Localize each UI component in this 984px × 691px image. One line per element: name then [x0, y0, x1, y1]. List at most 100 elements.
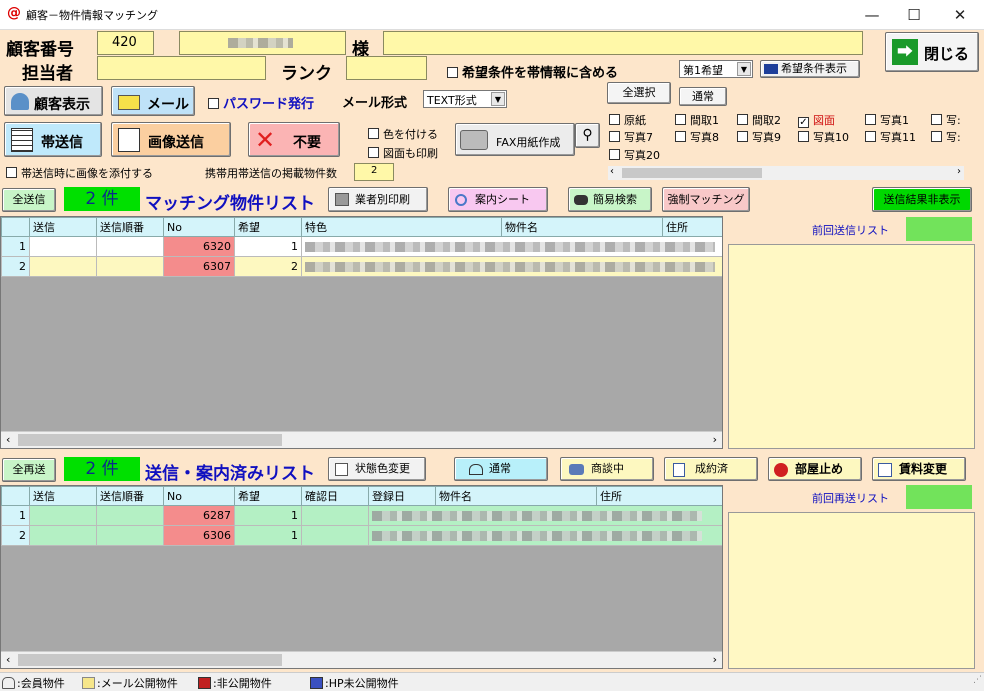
obi-send-button[interactable]: 帯送信 — [4, 122, 102, 157]
option-photo-more-2[interactable]: 写: — [931, 129, 961, 145]
send-order-cell[interactable] — [96, 236, 164, 257]
option-photo10[interactable]: 写真10 — [798, 129, 849, 145]
option-photo8[interactable]: 写真8 — [675, 129, 719, 145]
select-all-button[interactable]: 全選択 — [607, 82, 671, 104]
scroll-right-icon[interactable]: › — [713, 653, 717, 666]
close-button[interactable]: ⮕ 閉じる — [885, 32, 979, 72]
option-photo7[interactable]: 写真7 — [609, 129, 653, 145]
attach-image-checkbox[interactable]: 帯送信時に画像を添付する — [6, 165, 153, 181]
col-wish[interactable]: 希望 — [234, 486, 302, 506]
status-color-change-button[interactable]: 状態色変更 — [328, 457, 426, 481]
col-send[interactable]: 送信 — [29, 217, 97, 237]
mail-format-label: メール形式 — [342, 96, 408, 111]
scroll-thumb[interactable] — [18, 434, 282, 446]
table-row[interactable]: 2 6306 1 — [1, 525, 722, 546]
send-order-cell[interactable] — [96, 256, 164, 277]
guide-sheet-button[interactable]: 案内シート — [448, 187, 548, 212]
image-send-button[interactable]: 画像送信 — [111, 122, 231, 157]
resend-all-button[interactable]: 全再送 — [2, 458, 56, 482]
chevron-down-icon[interactable]: ▼ — [737, 62, 751, 76]
col-property-name[interactable]: 物件名 — [435, 486, 597, 506]
normal-button[interactable]: 通常 — [679, 87, 727, 106]
option-photo11[interactable]: 写真11 — [865, 129, 916, 145]
status-contracted-button[interactable]: 成約済 — [664, 457, 758, 481]
option-photo9[interactable]: 写真9 — [737, 129, 781, 145]
color-checkbox[interactable]: 色を付ける — [368, 126, 438, 142]
staff-field[interactable] — [97, 56, 266, 80]
rank-field[interactable] — [346, 56, 427, 80]
scroll-right-icon[interactable]: › — [957, 166, 961, 177]
scroll-thumb[interactable] — [18, 654, 282, 666]
customer-note-field[interactable] — [383, 31, 863, 55]
col-no[interactable]: No — [163, 217, 235, 237]
col-send[interactable]: 送信 — [29, 486, 97, 506]
scroll-left-icon[interactable]: ‹ — [6, 653, 10, 666]
include-conditions-box[interactable] — [447, 67, 458, 78]
option-photo-more-1[interactable]: 写: — [931, 112, 961, 128]
scroll-left-icon[interactable]: ‹ — [610, 166, 614, 177]
col-address[interactable]: 住所 — [662, 217, 722, 237]
force-matching-button[interactable]: 強制マッチング — [662, 187, 750, 212]
status-negotiating-button[interactable]: 商談中 — [560, 457, 654, 481]
send-order-cell[interactable] — [96, 505, 164, 526]
table-row[interactable]: 2 6307 2 — [1, 256, 722, 277]
send-cell[interactable] — [29, 525, 97, 546]
fax-button[interactable]: FAX用紙作成 — [455, 123, 575, 156]
password-box[interactable] — [208, 98, 219, 109]
col-send-order[interactable]: 送信順番 — [96, 217, 164, 237]
prev-resend-list[interactable] — [728, 512, 975, 669]
unneeded-button[interactable]: ✕ 不要 — [248, 122, 340, 157]
status-rent-change-button[interactable]: 賃料変更 — [872, 457, 966, 481]
customer-name-field[interactable] — [179, 31, 346, 55]
scroll-left-icon[interactable]: ‹ — [6, 433, 10, 446]
scroll-right-icon[interactable]: › — [713, 433, 717, 446]
print-plan-checkbox[interactable]: 図面も印刷 — [368, 145, 438, 161]
col-property-name[interactable]: 物件名 — [501, 217, 663, 237]
password-checkbox[interactable]: パスワード発行 — [208, 93, 314, 112]
send-cell[interactable] — [29, 505, 97, 526]
send-cell[interactable] — [29, 236, 97, 257]
mail-format-select[interactable]: TEXT形式 ▼ — [423, 90, 507, 108]
option-genshi[interactable]: 原紙 — [609, 112, 646, 128]
col-send-order[interactable]: 送信順番 — [96, 486, 164, 506]
mobile-count-field[interactable]: 2 — [354, 163, 394, 181]
wish-select[interactable]: 第1希望 ▼ — [679, 60, 753, 78]
option-madori1[interactable]: 間取1 — [675, 112, 719, 128]
mail-button[interactable]: メール — [111, 86, 195, 116]
status-room-stop-button[interactable]: 部屋止め — [768, 457, 862, 481]
print-by-vendor-button[interactable]: 業者別印刷 — [328, 187, 428, 212]
customer-number-field[interactable]: 420 — [97, 31, 154, 55]
col-feature[interactable]: 特色 — [301, 217, 502, 237]
table-row[interactable]: 1 6287 1 — [1, 505, 722, 526]
maximize-button[interactable]: ☐ — [894, 4, 934, 26]
prev-send-list[interactable] — [728, 244, 975, 449]
table-row[interactable]: 1 6320 1 — [1, 236, 722, 257]
minimize-button[interactable]: — — [852, 4, 892, 26]
send-all-button[interactable]: 全送信 — [2, 188, 56, 212]
status-normal-button[interactable]: 通常 — [454, 457, 548, 481]
resize-grip-icon[interactable]: ⋰ — [973, 675, 982, 685]
close-window-button[interactable]: ✕ — [940, 4, 980, 26]
matching-hscrollbar[interactable]: ‹ › — [1, 431, 722, 448]
col-address[interactable]: 住所 — [596, 486, 722, 506]
chevron-down-icon[interactable]: ▼ — [491, 92, 505, 106]
sent-hscrollbar[interactable]: ‹ › — [1, 651, 722, 668]
col-wish[interactable]: 希望 — [234, 217, 302, 237]
settings-wrench-icon[interactable]: ⚲ — [575, 123, 600, 148]
send-cell[interactable] — [29, 256, 97, 277]
scroll-thumb[interactable] — [622, 168, 762, 178]
option-photo1[interactable]: 写真1 — [865, 112, 909, 128]
option-zumen[interactable]: ✓ 図面 — [798, 112, 835, 128]
options-hscrollbar[interactable]: ‹ › — [608, 166, 964, 180]
col-confirm-date[interactable]: 確認日 — [301, 486, 369, 506]
col-no[interactable]: No — [163, 486, 235, 506]
customer-display-button[interactable]: 顧客表示 — [4, 86, 103, 116]
show-conditions-button[interactable]: 希望条件表示 — [760, 60, 860, 78]
hide-results-button[interactable]: 送信結果非表示 — [872, 187, 972, 212]
simple-search-button[interactable]: 簡易検索 — [568, 187, 652, 212]
option-madori2[interactable]: 間取2 — [737, 112, 781, 128]
option-photo20[interactable]: 写真20 — [609, 147, 660, 163]
include-conditions-checkbox[interactable]: 希望条件を帯情報に含める — [447, 62, 618, 81]
send-order-cell[interactable] — [96, 525, 164, 546]
col-register-date[interactable]: 登録日 — [368, 486, 436, 506]
